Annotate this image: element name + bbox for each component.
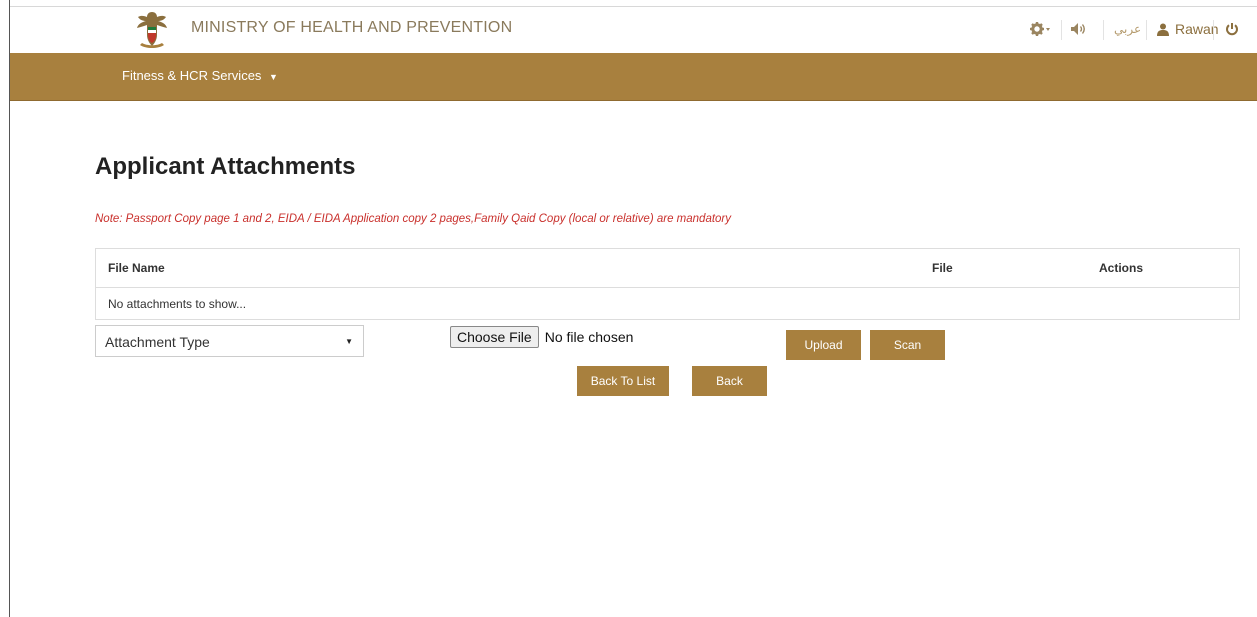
table-row: No attachments to show... [96, 288, 1240, 320]
table-header-row: File Name File Actions [95, 248, 1240, 288]
empty-table-message: No attachments to show... [108, 296, 247, 311]
back-to-list-button[interactable]: Back To List [577, 366, 669, 396]
back-button[interactable]: Back [692, 366, 767, 396]
file-status-text: No file chosen [544, 329, 634, 345]
top-header: MINISTRY OF HEALTH AND PREVENTION عربي R [10, 7, 1257, 53]
power-icon [1226, 23, 1238, 36]
scan-button[interactable]: Scan [870, 330, 945, 360]
attachments-table: File Name File Actions No attachments to… [95, 248, 1240, 320]
language-switch-link[interactable]: عربي [1114, 17, 1141, 41]
column-header-file-name: File Name [95, 248, 920, 288]
column-header-actions: Actions [1087, 248, 1240, 288]
speaker-icon [1071, 23, 1085, 35]
header-divider [1213, 20, 1214, 40]
nav-menu-label: Fitness & HCR Services [122, 68, 262, 83]
chevron-down-icon: ▼ [345, 337, 353, 346]
audio-toggle[interactable] [1070, 17, 1088, 41]
caret-down-icon: ▼ [269, 71, 278, 82]
column-header-file: File [920, 248, 1087, 288]
file-input[interactable]: Choose File No file chosen [450, 325, 690, 349]
gear-icon [1030, 22, 1050, 36]
page-title: Applicant Attachments [95, 153, 356, 180]
choose-file-button[interactable]: Choose File [450, 326, 539, 348]
user-menu[interactable]: Rawan [1157, 17, 1219, 41]
header-divider [1103, 20, 1104, 40]
mandatory-documents-note: Note: Passport Copy page 1 and 2, EIDA /… [95, 213, 732, 225]
settings-menu[interactable] [1029, 17, 1051, 41]
upload-button[interactable]: Upload [786, 330, 861, 360]
header-divider [1146, 20, 1147, 40]
user-icon [1157, 23, 1169, 36]
attachment-type-value: Attachment Type [105, 334, 210, 350]
eagle-emblem-icon [137, 12, 167, 48]
header-divider [1061, 20, 1062, 40]
logout-button[interactable] [1225, 17, 1239, 41]
fitness-hcr-services-menu[interactable]: Fitness & HCR Services ▼ [122, 68, 278, 83]
attachment-type-select[interactable]: Attachment Type ▼ [95, 325, 364, 357]
main-navbar: Fitness & HCR Services ▼ [10, 53, 1257, 101]
ministry-name: MINISTRY OF HEALTH AND PREVENTION [191, 19, 513, 36]
